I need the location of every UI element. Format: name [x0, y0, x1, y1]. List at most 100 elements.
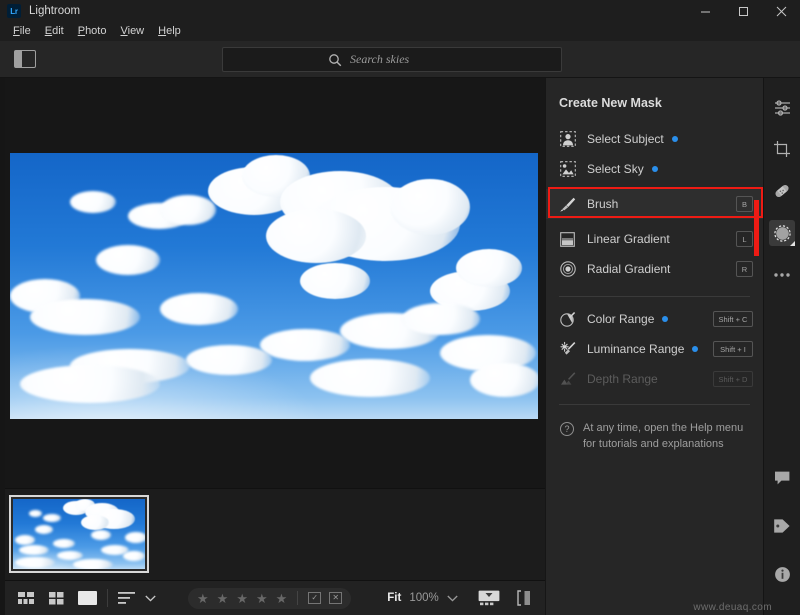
panel-divider-2 [559, 404, 750, 405]
menu-edit[interactable]: Edit [38, 22, 71, 41]
app-title: Lightroom [29, 5, 81, 17]
grid-view-icon[interactable] [18, 591, 35, 605]
more-icon[interactable] [769, 262, 795, 288]
mask-type-list: Select Subject Select Sky Brush B Linear… [546, 124, 763, 453]
menu-photo-rest: hoto [85, 25, 107, 37]
menu-view-rest: iew [127, 25, 145, 37]
square-grid-icon[interactable] [49, 591, 64, 605]
menu-file-accel: F [13, 25, 20, 37]
info-icon[interactable] [769, 561, 795, 587]
mask-option-select-sky[interactable]: Select Sky [546, 154, 763, 184]
mask-label-luminance-range: Luminance Range [587, 342, 685, 356]
radial-gradient-icon [559, 261, 576, 278]
mask-option-linear-gradient[interactable]: Linear Gradient L [546, 224, 763, 254]
luminance-range-icon [559, 341, 576, 358]
mask-label-select-sky: Select Sky [587, 162, 644, 176]
menu-file[interactable]: File [6, 22, 38, 41]
color-range-icon [559, 311, 576, 328]
brush-icon [559, 196, 576, 213]
detail-view-icon[interactable] [78, 591, 97, 605]
top-toolbar: ? [0, 41, 800, 105]
depth-range-icon [559, 371, 576, 388]
star-2[interactable]: ★ [217, 592, 229, 605]
mask-label-brush: Brush [587, 197, 619, 211]
star-4[interactable]: ★ [256, 592, 268, 605]
lightroom-window: Lr Lightroom File Edit Photo View Help S… [0, 0, 800, 615]
menu-help[interactable]: Help [151, 22, 188, 41]
toolbar-divider [107, 589, 108, 607]
mask-label-color-range: Color Range [587, 312, 655, 326]
menu-edit-rest: dit [52, 25, 64, 37]
title-bar: Lr Lightroom [0, 0, 800, 22]
masking-icon[interactable] [769, 220, 795, 246]
watermark: www.deuaq.com [693, 602, 772, 613]
flag-reject-icon[interactable]: ✕ [329, 592, 343, 604]
bottom-toolbar: ★ ★ ★ ★ ★ ✓ ✕ Fit 100% [5, 580, 545, 615]
filmstrip [5, 488, 545, 580]
shortcut-radial-gradient: R [736, 261, 753, 277]
panel-title: Create New Mask [559, 96, 662, 110]
help-hint-text: At any time, open the Help menu for tuto… [583, 421, 743, 453]
star-5[interactable]: ★ [276, 592, 288, 605]
image-stage[interactable] [5, 78, 545, 488]
menu-photo-accel: P [77, 25, 86, 37]
create-new-mask-panel: Create New Mask Select Subject Select Sk… [545, 78, 763, 615]
mask-label-select-subject: Select Subject [587, 132, 664, 146]
menu-view-accel: V [120, 25, 128, 37]
help-hint-line-1: At any time, open the Help menu [583, 422, 744, 434]
maximize-button[interactable] [724, 0, 762, 22]
filmstrip-thumbnail[interactable] [9, 495, 149, 573]
menu-file-rest: ile [19, 25, 31, 37]
shortcut-brush: B [736, 196, 753, 212]
search-box[interactable] [222, 47, 562, 72]
help-hint: ? At any time, open the Help menu for tu… [546, 421, 763, 453]
select-subject-icon [559, 131, 576, 148]
minimize-button[interactable] [686, 0, 724, 22]
menu-view[interactable]: View [113, 22, 151, 41]
before-after-icon[interactable] [516, 590, 532, 606]
edit-icon[interactable] [769, 94, 795, 120]
window-controls [686, 0, 800, 22]
pill-separator [297, 591, 299, 605]
mask-option-luminance-range[interactable]: Luminance Range Shift + I [546, 334, 763, 364]
menu-bar: File Edit Photo View Help [0, 22, 800, 41]
zoom-chevron-down-icon[interactable] [447, 595, 458, 602]
panel-divider-1 [559, 296, 750, 297]
right-rail-bottom-group [769, 465, 795, 615]
app-logo: Lr [7, 4, 21, 18]
sort-icon[interactable] [118, 592, 135, 604]
mask-option-brush[interactable]: Brush B [546, 187, 763, 219]
mask-option-select-subject[interactable]: Select Subject [546, 124, 763, 154]
mask-option-radial-gradient[interactable]: Radial Gradient R [546, 254, 763, 284]
thumbnail-image [13, 499, 145, 569]
search-input[interactable] [350, 52, 540, 67]
menu-help-accel: H [158, 25, 167, 37]
flag-pick-icon[interactable]: ✓ [308, 592, 322, 604]
healing-icon[interactable] [769, 178, 795, 204]
sort-chevron-down-icon[interactable] [145, 595, 156, 602]
shortcut-depth-range: Shift + D [713, 371, 753, 387]
filmstrip-toggle-icon[interactable] [478, 590, 500, 606]
zoom-level-label[interactable]: 100% [409, 592, 438, 604]
menu-photo[interactable]: Photo [71, 22, 114, 41]
fit-zoom-label[interactable]: Fit [387, 592, 401, 604]
shortcut-color-range: Shift + C [713, 311, 753, 327]
linear-gradient-icon [559, 231, 576, 248]
rating-and-flags: ★ ★ ★ ★ ★ ✓ ✕ [188, 587, 352, 609]
left-panel-toggle-icon[interactable] [14, 50, 36, 68]
star-3[interactable]: ★ [236, 592, 248, 605]
close-button[interactable] [762, 0, 800, 22]
mask-option-color-range[interactable]: Color Range Shift + C [546, 304, 763, 334]
crop-icon[interactable] [769, 136, 795, 162]
select-sky-icon [559, 161, 576, 178]
menu-help-rest: elp [166, 25, 181, 37]
mask-option-depth-range: Depth Range Shift + D [546, 364, 763, 394]
mask-label-depth-range: Depth Range [587, 372, 658, 386]
keywords-icon[interactable] [769, 513, 795, 539]
ai-badge-dot [671, 136, 678, 142]
rail-highlight-marker [754, 200, 759, 256]
help-circle-icon: ? [560, 422, 574, 436]
comments-icon[interactable] [769, 465, 795, 491]
main-photo[interactable] [10, 153, 538, 419]
star-1[interactable]: ★ [197, 592, 209, 605]
